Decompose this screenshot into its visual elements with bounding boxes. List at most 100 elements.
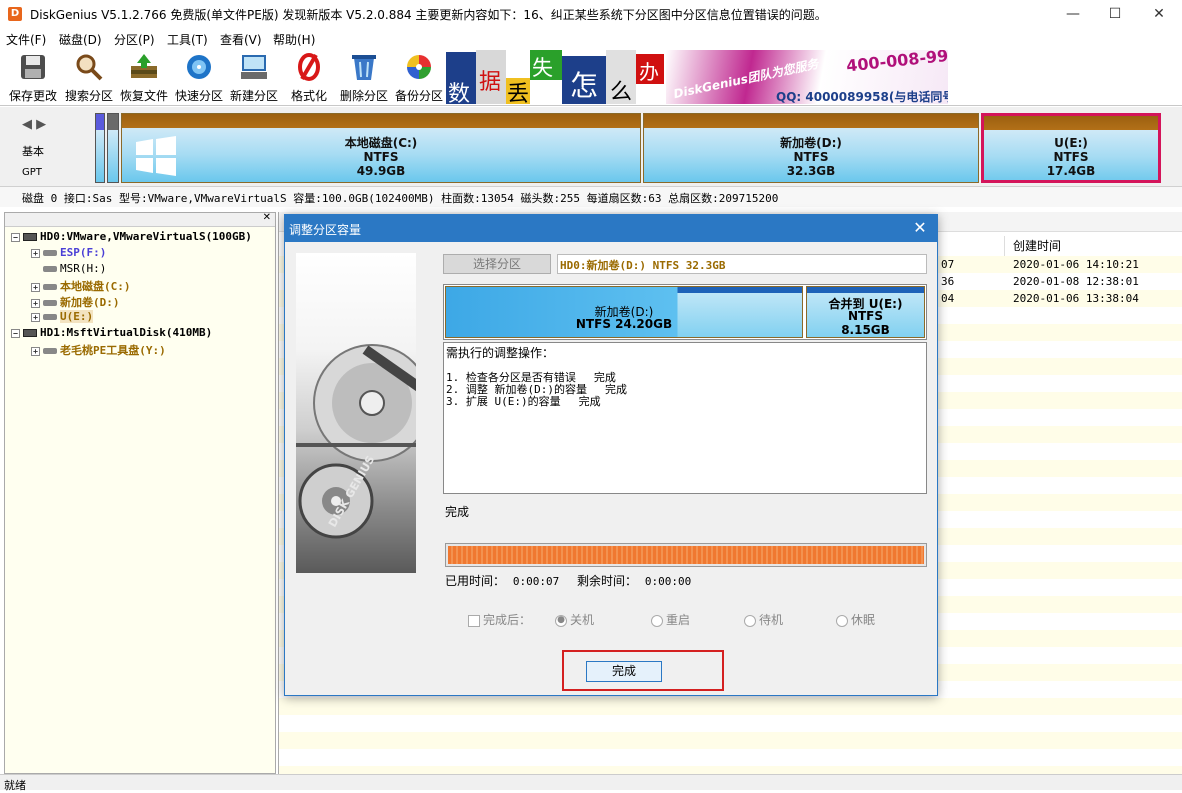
- quick-partition-button[interactable]: 快速分区: [172, 52, 226, 104]
- preview-partition-d: 新加卷(D:) NTFS 24.20GB: [445, 286, 803, 338]
- resize-partition-dialog: 调整分区容量 ✕ DISK GENIUS 选择分区 HD0:新加卷(D:) NT…: [284, 214, 938, 696]
- selected-partition-field: HD0:新加卷(D:) NTFS 32.3GB: [557, 254, 927, 274]
- radio-standby[interactable]: 待机: [744, 611, 783, 628]
- partition-c-bar[interactable]: 本地磁盘(C:) NTFS 49.9GB: [121, 113, 641, 183]
- partition-name: U(E:): [1054, 136, 1088, 150]
- time-info: 已用时间： 0:00:07 剩余时间： 0:00:00: [445, 572, 691, 589]
- disk-map: ◀ ▶ 基本 GPT 本地磁盘(C:) NTFS 49.9GB 新加卷(D:) …: [0, 107, 1182, 187]
- preview-partition-merge: 合并到 U(E:) NTFS 8.15GB: [806, 286, 925, 338]
- radio-label: 休眠: [851, 613, 876, 627]
- operation-item: 3. 扩展 U(E:)的容量 完成: [446, 395, 601, 408]
- menu-tools[interactable]: 工具(T): [167, 31, 208, 48]
- partition-size: 17.4GB: [1046, 164, 1096, 178]
- expand-icon[interactable]: +: [31, 312, 40, 322]
- panel-close-icon[interactable]: ✕: [263, 212, 271, 223]
- esp-partition-bar[interactable]: [95, 113, 105, 183]
- disk-type-label: 基本: [22, 145, 44, 158]
- radio-restart[interactable]: 重启: [651, 611, 690, 628]
- tree-item-hd0[interactable]: − HD0:VMware,VMwareVirtualS(100GB): [11, 230, 252, 243]
- expand-icon[interactable]: +: [31, 248, 40, 258]
- radio-hibernate[interactable]: 休眠: [836, 611, 875, 628]
- toolbar-label: 格式化: [290, 89, 327, 103]
- partition-name: 新加卷(D:): [780, 136, 842, 150]
- preview-size: 8.15GB: [841, 323, 890, 337]
- backup-partition-button[interactable]: 备份分区: [392, 52, 446, 104]
- collapse-icon[interactable]: −: [11, 232, 20, 242]
- radio-label: 关机: [570, 613, 595, 627]
- tree-label: HD0:VMware,VMwareVirtualS(100GB): [40, 230, 252, 243]
- minimize-button[interactable]: —: [1050, 0, 1096, 28]
- radio-dot[interactable]: [651, 614, 663, 627]
- partition-d-bar[interactable]: 新加卷(D:) NTFS 32.3GB: [643, 113, 979, 183]
- tree-item-c[interactable]: + 本地磁盘(C:): [31, 278, 131, 294]
- tree-item-e[interactable]: + U(E:): [31, 310, 94, 323]
- new-partition-button[interactable]: 新建分区: [227, 52, 281, 104]
- remaining-value: 0:00:00: [644, 575, 692, 588]
- disk-icon: [23, 329, 37, 337]
- status-text: 就绪: [4, 779, 26, 792]
- app-icon: D: [8, 7, 22, 21]
- partition-icon: [43, 300, 57, 306]
- partition-fs: NTFS: [793, 150, 829, 164]
- maximize-button[interactable]: ☐: [1092, 0, 1138, 28]
- delete-icon: [349, 52, 379, 82]
- radio-dot[interactable]: ●: [555, 614, 567, 627]
- tree-item-hd1[interactable]: − HD1:MsftVirtualDisk(410MB): [11, 326, 212, 339]
- msr-partition-bar[interactable]: [107, 113, 119, 183]
- menu-view[interactable]: 查看(V): [220, 31, 262, 48]
- radio-shutdown[interactable]: ● 关机: [555, 611, 594, 628]
- tree-item-msr[interactable]: MSR(H:): [43, 262, 106, 275]
- tree-item-y[interactable]: + 老毛桃PE工具盘(Y:): [31, 342, 166, 358]
- toolbar-label: 保存更改: [8, 89, 57, 103]
- banner-qq: QQ: 4000089958(与电话同号): [776, 90, 948, 104]
- menu-partition[interactable]: 分区(P): [114, 31, 155, 48]
- tree-label: 本地磁盘(C:): [60, 280, 131, 293]
- recover-icon: [129, 52, 159, 82]
- hard-drive-icon: [296, 344, 431, 539]
- column-header-created[interactable]: 创建时间: [1004, 236, 1182, 256]
- expand-icon[interactable]: +: [31, 346, 40, 356]
- dialog-close-button[interactable]: ✕: [909, 218, 931, 237]
- save-changes-button[interactable]: 保存更改: [6, 52, 60, 104]
- partition-e-bar[interactable]: U(E:) NTFS 17.4GB: [981, 113, 1161, 183]
- new-partition-icon: [239, 52, 269, 82]
- format-icon: [294, 52, 324, 82]
- expand-icon[interactable]: +: [31, 298, 40, 308]
- partition-fs: NTFS: [1053, 150, 1089, 164]
- radio-dot[interactable]: [836, 614, 848, 627]
- toolbar-label: 新建分区: [229, 89, 278, 103]
- disk-scheme-label: GPT: [22, 167, 42, 178]
- expand-icon[interactable]: +: [31, 282, 40, 292]
- operations-header: 需执行的调整操作：: [446, 346, 555, 360]
- menu-disk[interactable]: 磁盘(D): [59, 31, 102, 48]
- banner-char: 数: [448, 82, 471, 104]
- close-button[interactable]: ✕: [1136, 0, 1182, 28]
- banner-char: 据: [479, 70, 502, 95]
- tree-label: 老毛桃PE工具盘(Y:): [60, 344, 166, 357]
- toolbar-label: 删除分区: [339, 89, 388, 103]
- finish-button[interactable]: 完成: [586, 661, 662, 682]
- elapsed-label: 已用时间：: [445, 574, 506, 588]
- status-bar: 就绪: [0, 774, 1182, 792]
- partition-icon: [43, 314, 57, 320]
- recover-files-button[interactable]: 恢复文件: [117, 52, 171, 104]
- banner-char: 丢: [507, 82, 530, 104]
- tree-panel-header: ✕: [5, 212, 275, 227]
- after-complete-option[interactable]: 完成后：: [468, 611, 531, 628]
- menu-file[interactable]: 文件(F): [6, 31, 46, 48]
- format-button[interactable]: 格式化: [282, 52, 336, 104]
- menu-help[interactable]: 帮助(H): [273, 31, 315, 48]
- collapse-icon[interactable]: −: [11, 328, 20, 338]
- radio-label: 待机: [759, 613, 784, 627]
- select-partition-button[interactable]: 选择分区: [443, 254, 551, 274]
- tree-item-esp[interactable]: + ESP(F:): [31, 246, 106, 259]
- search-partition-button[interactable]: 搜索分区: [62, 52, 116, 104]
- toolbar-label: 恢复文件: [119, 89, 168, 103]
- radio-dot[interactable]: [744, 614, 756, 627]
- ad-banner[interactable]: 数 据 丢 失 怎 么 办 DiskGenius团队为您服务 400-008-9…: [446, 50, 948, 104]
- delete-partition-button[interactable]: 删除分区: [337, 52, 391, 104]
- tree-item-d[interactable]: + 新加卷(D:): [31, 294, 120, 310]
- after-complete-checkbox[interactable]: [468, 614, 480, 627]
- disk-nav-arrows[interactable]: ◀ ▶: [22, 117, 46, 132]
- partition-size: 49.9GB: [356, 164, 406, 178]
